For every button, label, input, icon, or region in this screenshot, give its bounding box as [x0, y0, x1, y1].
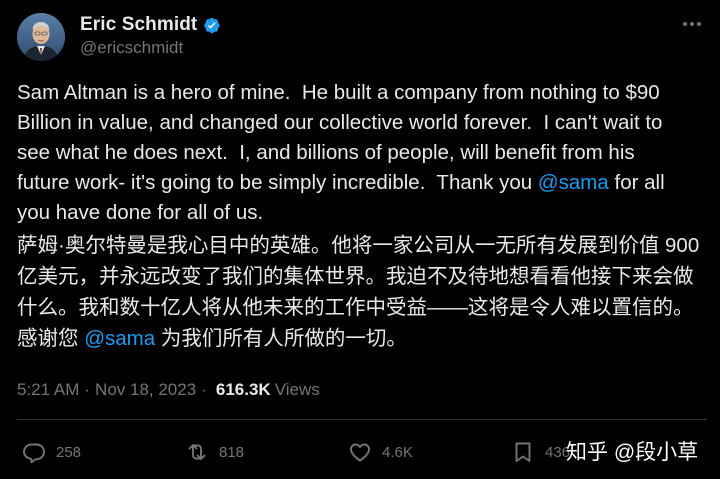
- tweet-text-segment: 为我们所有人所做的一切。: [155, 327, 407, 350]
- tweet-meta: 5:21 AM · Nov 18, 2023 · 616.3K Views: [17, 380, 320, 400]
- tweet-date[interactable]: Nov 18, 2023: [95, 380, 196, 400]
- tweet-text-english: Sam Altman is a hero of mine. He built a…: [17, 78, 707, 228]
- like-count: 4.6K: [382, 443, 413, 461]
- reply-button[interactable]: 258: [22, 440, 81, 464]
- reply-count: 258: [56, 443, 82, 461]
- divider: [17, 419, 707, 420]
- like-button[interactable]: 4.6K: [348, 440, 413, 464]
- views-label: Views: [274, 380, 320, 399]
- watermark: 知乎 @段小草: [566, 441, 699, 464]
- author-handle[interactable]: @ericschmidt: [80, 38, 183, 58]
- author-display-name[interactable]: Eric Schmidt: [80, 14, 197, 36]
- separator-dot: ·: [84, 380, 91, 399]
- author-name-row[interactable]: Eric Schmidt: [80, 13, 221, 37]
- avatar-image: [17, 13, 65, 61]
- verified-badge-icon[interactable]: [202, 16, 221, 35]
- bookmark-icon: [515, 442, 531, 462]
- repost-icon: [188, 444, 206, 460]
- tweet-time[interactable]: 5:21 AM: [17, 380, 79, 400]
- repost-count: 818: [219, 443, 245, 461]
- mention-link[interactable]: @sama: [538, 171, 609, 194]
- heart-icon: [350, 443, 370, 462]
- repost-button[interactable]: 818: [185, 440, 244, 464]
- separator-dot: ·: [201, 380, 207, 399]
- reply-icon: [23, 443, 45, 464]
- avatar[interactable]: [17, 13, 65, 61]
- mention-link[interactable]: @sama: [84, 327, 155, 350]
- tweet-text-chinese: 萨姆·奥尔特曼是我心目中的英雄。他将一家公司从一无所有发展到价值 900 亿美元…: [17, 230, 707, 354]
- bookmark-button[interactable]: 436: [511, 440, 570, 464]
- more-options-icon[interactable]: [680, 12, 704, 36]
- views-count[interactable]: 616.3K: [216, 380, 271, 400]
